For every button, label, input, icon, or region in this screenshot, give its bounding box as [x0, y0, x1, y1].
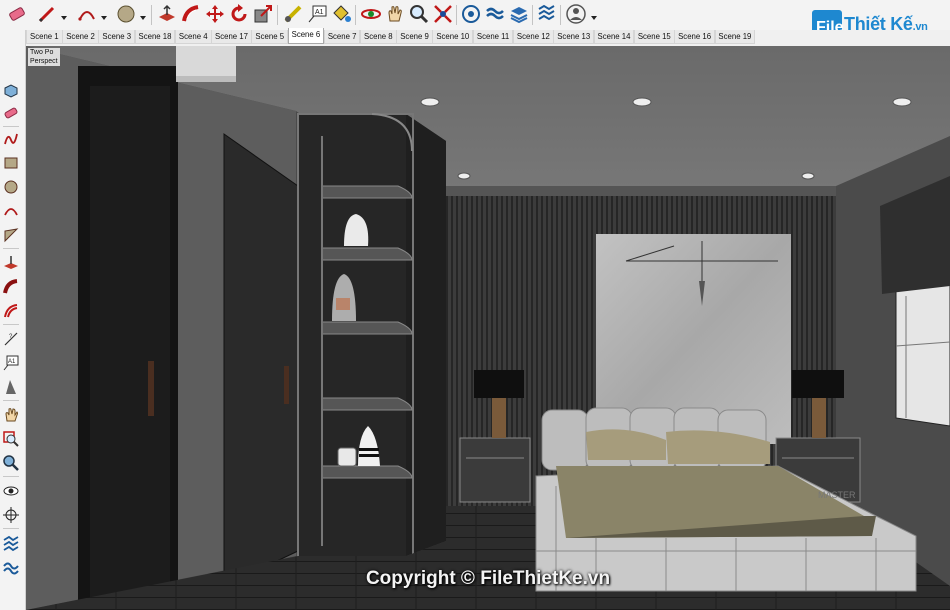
position-camera-icon[interactable] [2, 506, 20, 524]
walk-icon[interactable] [2, 406, 20, 424]
chevron-down-icon[interactable] [60, 9, 68, 20]
tab-scene-11[interactable]: Scene 11 [472, 30, 514, 44]
tab-scene-2[interactable]: Scene 2 [62, 30, 99, 44]
chevron-down-icon[interactable] [100, 9, 108, 20]
text-label-icon[interactable]: A1 [306, 3, 328, 25]
left-toolbar: ? A1 [0, 30, 26, 610]
tab-scene-3[interactable]: Scene 3 [98, 30, 136, 44]
tab-scene-18[interactable]: Scene 18 [134, 30, 176, 44]
rectangle-icon[interactable] [2, 154, 20, 172]
svg-text:A1: A1 [8, 359, 16, 365]
scene-tabs: Scene 1 Scene 2 Scene 3 Scene 18 Scene 4 Scen… [26, 28, 950, 45]
tab-scene-4[interactable]: Scene 4 [174, 30, 212, 44]
chevron-down-icon[interactable] [590, 9, 598, 20]
zoom-window-icon[interactable] [2, 430, 20, 448]
chevron-down-icon[interactable] [139, 9, 147, 20]
tape-measure-icon[interactable] [282, 3, 304, 25]
push-pull-icon[interactable] [156, 3, 178, 25]
tab-scene-8[interactable]: Scene 8 [360, 30, 397, 44]
components-icon[interactable] [460, 3, 482, 25]
text-icon[interactable]: A1 [2, 354, 20, 372]
layers-icon[interactable] [508, 3, 530, 25]
arc-icon[interactable] [76, 3, 98, 25]
dimension-icon[interactable]: ? [2, 330, 20, 348]
wall-logo-text: MASTER [818, 490, 856, 500]
tab-scene-12[interactable]: Scene 12 [513, 30, 554, 44]
freehand-icon[interactable] [2, 130, 20, 148]
arc-icon[interactable] [2, 202, 20, 220]
move-icon[interactable] [204, 3, 226, 25]
zoom-extents-icon[interactable] [432, 3, 454, 25]
circle-icon[interactable] [2, 178, 20, 196]
view-mode-line1: Two Po [30, 49, 54, 56]
tab-scene-19[interactable]: Scene 19 [714, 30, 756, 44]
model-viewport[interactable]: MASTER Two Po Perspect Copyright © FileT… [26, 46, 950, 610]
follow-me-icon[interactable] [180, 3, 202, 25]
tab-scene-17[interactable]: Scene 17 [211, 30, 252, 44]
tab-scene-5[interactable]: Scene 5 [251, 30, 289, 44]
tab-scene-7[interactable]: Scene 7 [323, 30, 361, 44]
offset-icon[interactable] [2, 302, 20, 320]
sandbox-smoove-icon[interactable] [2, 558, 20, 576]
view-mode-line2: Perspect [30, 58, 58, 65]
tab-scene-10[interactable]: Scene 10 [432, 30, 474, 44]
tab-scene-9[interactable]: Scene 9 [396, 30, 433, 44]
zoom-icon[interactable] [408, 3, 430, 25]
push-pull-icon[interactable] [2, 254, 20, 272]
bedroom-render: MASTER [26, 46, 950, 610]
eraser-icon[interactable] [2, 104, 20, 122]
orbit-icon[interactable] [360, 3, 382, 25]
tab-scene-6[interactable]: Scene 6 [287, 28, 325, 44]
copyright-watermark: Copyright © FileThietKe.vn [365, 568, 611, 589]
pan-hand-icon[interactable] [384, 3, 406, 25]
tab-scene-14[interactable]: Scene 14 [593, 30, 635, 44]
styles-icon[interactable] [536, 3, 558, 25]
section-plane-icon[interactable] [2, 378, 20, 396]
view-mode-label: Two Po Perspect [28, 48, 60, 66]
select-box-icon[interactable] [2, 82, 20, 100]
main-toolbar: A1 File Thiết Kế.vn [0, 0, 950, 38]
tab-scene-1[interactable]: Scene 1 [26, 30, 63, 44]
tab-scene-15[interactable]: Scene 15 [633, 30, 675, 44]
tab-scene-13[interactable]: Scene 13 [553, 30, 595, 44]
svg-text:A1: A1 [315, 9, 324, 16]
account-icon[interactable] [565, 3, 587, 25]
follow-me-icon[interactable] [2, 278, 20, 296]
paint-bucket-icon[interactable] [330, 3, 352, 25]
scale-icon[interactable] [252, 3, 274, 25]
look-around-icon[interactable] [2, 482, 20, 500]
zoom-icon[interactable] [2, 454, 20, 472]
polygon-icon[interactable] [2, 226, 20, 244]
circle-shape-icon[interactable] [115, 3, 137, 25]
materials-icon[interactable] [484, 3, 506, 25]
eraser-icon[interactable] [6, 3, 28, 25]
tab-scene-16[interactable]: Scene 16 [674, 30, 715, 44]
pencil-line-icon[interactable] [36, 3, 58, 25]
rotate-icon[interactable] [228, 3, 250, 25]
sandbox-icon[interactable] [2, 534, 20, 552]
